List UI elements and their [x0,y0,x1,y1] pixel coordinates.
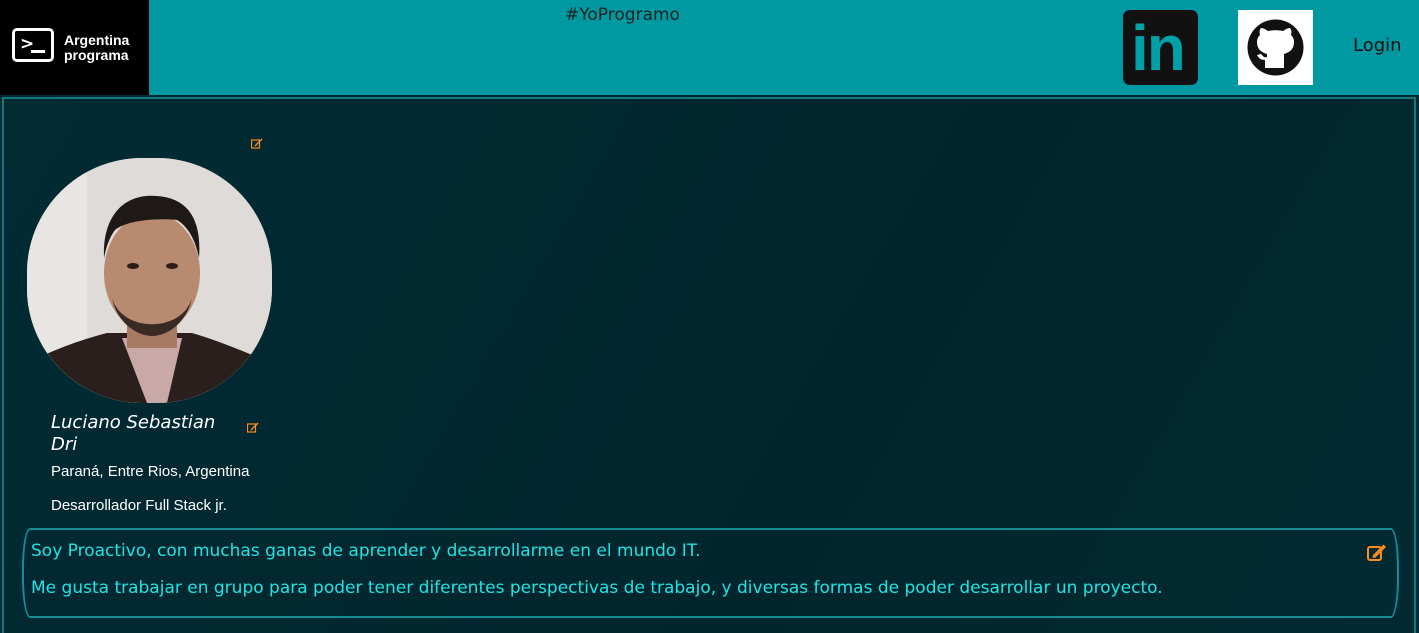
about-line-1: Soy Proactivo, con muchas ganas de apren… [31,541,701,561]
top-header: > Argentina programa #YoProgramo in Logi… [0,0,1419,95]
edit-icon[interactable] [1367,544,1387,565]
logo-line-2: programa [64,47,129,63]
about-section: Soy Proactivo, con muchas ganas de apren… [22,528,1399,618]
logo-line-1: Argentina [64,32,130,48]
terminal-logo-icon: > [12,28,54,62]
logo-text: Argentina programa [64,33,129,63]
github-logo-svg [1247,19,1304,76]
avatar [27,158,272,403]
edit-icon[interactable] [250,134,263,153]
profile-role: Desarrollador Full Stack jr. [51,497,227,514]
profile-location: Paraná, Entre Rios, Argentina [51,463,250,480]
hashtag-title: #YoProgramo [565,5,680,25]
edit-icon[interactable] [246,418,259,437]
argentina-programa-logo[interactable]: > Argentina programa [0,0,149,95]
profile-name: Luciano Sebastian Dri [51,412,216,455]
linkedin-icon[interactable]: in [1123,10,1198,85]
profile-photo [27,158,272,403]
about-line-2: Me gusta trabajar en grupo para poder te… [31,578,1163,598]
linkedin-icon-text: in [1131,12,1186,84]
login-link[interactable]: Login [1353,35,1402,56]
github-icon[interactable] [1238,10,1313,85]
